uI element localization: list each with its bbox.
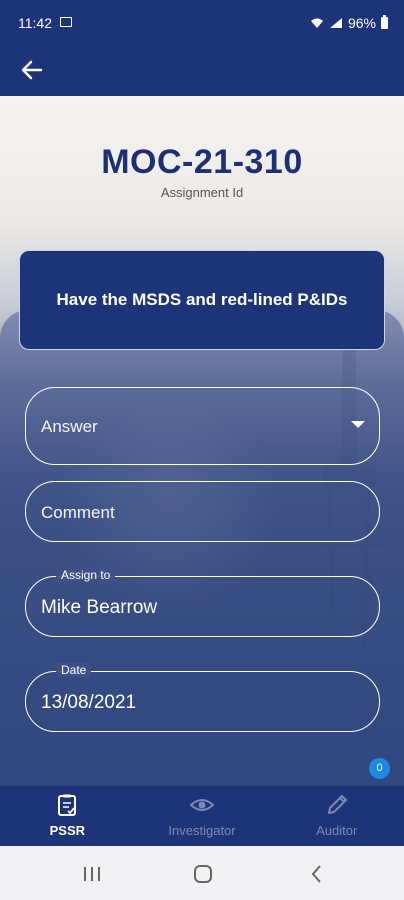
back-icon[interactable] — [306, 863, 328, 885]
assignment-id: MOC-21-310 — [101, 143, 303, 181]
nav-item-auditor[interactable]: Auditor — [269, 786, 404, 846]
nav-item-investigator[interactable]: Investigator — [135, 786, 270, 846]
system-navigation-bar — [0, 846, 404, 900]
eye-icon — [190, 799, 214, 811]
date-field[interactable]: Date 13/08/2021 — [25, 663, 380, 732]
comment-field[interactable]: Comment — [25, 481, 380, 542]
dropdown-arrow-icon — [351, 421, 365, 428]
answer-placeholder: Answer — [41, 417, 98, 436]
notification-badge[interactable]: 0 — [369, 758, 390, 779]
comment-placeholder: Comment — [41, 503, 115, 522]
status-bar: 11:42 96% — [0, 0, 404, 46]
wifi-icon — [310, 18, 323, 28]
assign-to-value: Mike Bearrow — [41, 597, 158, 618]
nav-label-investigator: Investigator — [168, 823, 236, 838]
battery-percent: 96% — [347, 15, 376, 31]
bottom-navigation: PSSR Investigator Auditor — [0, 786, 404, 846]
home-icon[interactable] — [192, 863, 214, 885]
answer-dropdown[interactable]: Answer — [25, 387, 380, 465]
date-value: 13/08/2021 — [41, 692, 137, 713]
clipboard-check-icon — [58, 794, 77, 816]
pencil-icon — [327, 795, 347, 814]
status-icons: 96% — [310, 15, 388, 31]
battery-icon — [381, 15, 388, 29]
question-card: Have the MSDS and red-lined P&IDs — [19, 250, 385, 350]
date-label: Date — [56, 663, 92, 677]
nav-item-pssr[interactable]: PSSR — [0, 786, 135, 846]
image-icon — [60, 17, 72, 27]
assignment-id-label: Assignment Id — [160, 185, 244, 200]
arrow-left-icon[interactable] — [16, 54, 48, 86]
question-text: Have the MSDS and red-lined P&IDs — [56, 290, 348, 309]
signal-icon — [329, 18, 342, 28]
status-time: 11:42 — [18, 15, 52, 31]
assign-to-field[interactable]: Assign to Mike Bearrow — [25, 568, 380, 637]
nav-label-pssr: PSSR — [49, 823, 86, 838]
assign-to-label: Assign to — [56, 568, 116, 582]
recents-icon[interactable] — [81, 863, 103, 885]
app-bar — [0, 46, 404, 96]
nav-label-auditor: Auditor — [316, 823, 358, 838]
